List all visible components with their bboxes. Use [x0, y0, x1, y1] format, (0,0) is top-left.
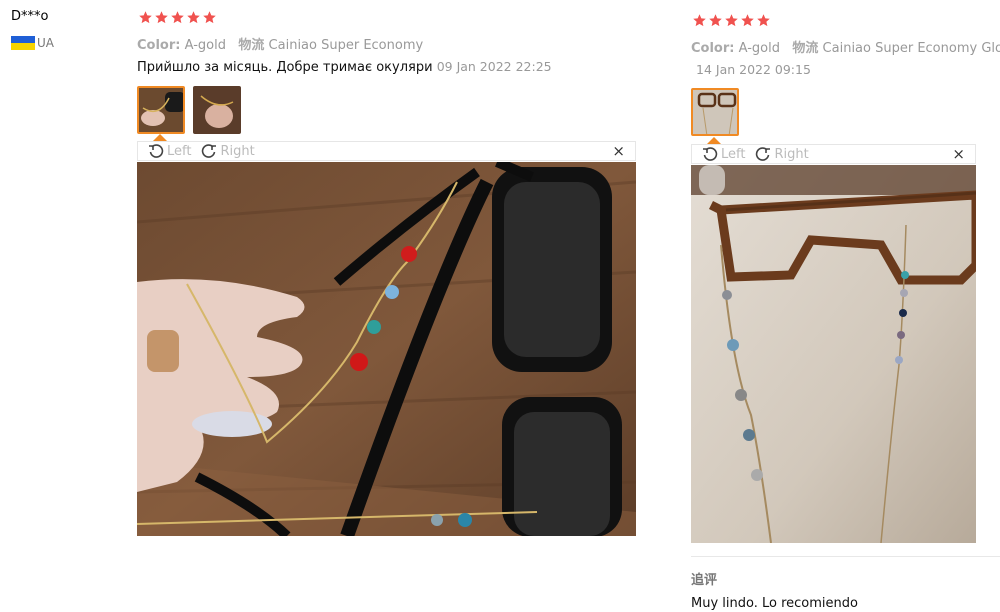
photo-sunglasses-chain	[137, 162, 636, 536]
star-icon	[171, 11, 184, 24]
star-icon	[139, 11, 152, 24]
review-photo-thumbnail[interactable]	[691, 88, 739, 136]
color-label: Color:	[137, 38, 181, 53]
review-meta: Color: A-gold 物流 Cainiao Super Economy G…	[691, 37, 1000, 56]
section-divider	[691, 556, 1000, 557]
color-value: A-gold	[738, 41, 780, 56]
star-icon	[757, 14, 770, 27]
star-icon	[693, 14, 706, 27]
additional-review-label: 追评	[691, 573, 718, 588]
rotate-right-icon	[202, 144, 217, 158]
rating-stars	[692, 13, 771, 28]
ukraine-flag-icon	[11, 36, 35, 50]
review-body: Прийшло за місяць. Добре тримає окуляри …	[137, 59, 552, 75]
close-viewer-button[interactable]: ×	[612, 142, 625, 160]
shipping-value: Cainiao Super Economy	[268, 38, 424, 53]
rotate-right-icon	[756, 147, 771, 161]
review-text: Прийшло за місяць. Добре тримає окуляри	[137, 60, 433, 75]
rotate-left-button[interactable]: Left	[148, 143, 191, 159]
rotate-left-icon	[703, 147, 718, 161]
rotate-left-icon	[149, 144, 164, 158]
image-viewer-toolbar: Left Right ×	[691, 144, 976, 164]
shipping-label: 物流	[238, 38, 265, 53]
photo-eyeglasses-chain	[691, 165, 976, 543]
reviewer-name: D***o	[11, 9, 49, 24]
rotate-right-label: Right	[774, 146, 809, 162]
close-viewer-button[interactable]: ×	[952, 145, 965, 163]
rotate-right-button[interactable]: Right	[201, 143, 255, 159]
country-code: UA	[37, 36, 54, 50]
rotate-right-label: Right	[220, 143, 255, 159]
color-value: A-gold	[184, 38, 226, 53]
rotate-left-label: Left	[167, 143, 192, 159]
star-icon	[741, 14, 754, 27]
enlarged-review-photo	[691, 165, 976, 543]
review-photo-thumbnail[interactable]	[137, 86, 185, 134]
rating-stars	[138, 10, 217, 25]
thumbnail-image	[693, 90, 737, 134]
rotate-left-label: Left	[721, 146, 746, 162]
thumbnail-image	[193, 86, 241, 134]
thumbnail-image	[139, 88, 183, 132]
thumbnail-pointer	[153, 134, 167, 141]
star-icon	[725, 14, 738, 27]
star-icon	[203, 11, 216, 24]
reviewer-country: UA	[11, 36, 54, 50]
star-icon	[155, 11, 168, 24]
thumbnail-pointer	[707, 137, 721, 144]
color-label: Color:	[691, 41, 735, 56]
shipping-value: Cainiao Super Economy Global	[822, 41, 1000, 56]
review-meta: Color: A-gold 物流 Cainiao Super Economy	[137, 34, 423, 53]
additional-review-text: Muy lindo. Lo recomiendo	[691, 596, 858, 611]
star-icon	[709, 14, 722, 27]
shipping-label: 物流	[792, 41, 819, 56]
review-date: 09 Jan 2022 22:25	[436, 59, 552, 74]
image-viewer-toolbar: Left Right ×	[137, 141, 636, 161]
star-icon	[187, 11, 200, 24]
rotate-right-button[interactable]: Right	[755, 146, 809, 162]
rotate-left-button[interactable]: Left	[702, 146, 745, 162]
review-photo-thumbnail[interactable]	[193, 86, 241, 134]
review-date: 14 Jan 2022 09:15	[696, 62, 811, 77]
enlarged-review-photo	[137, 162, 636, 536]
